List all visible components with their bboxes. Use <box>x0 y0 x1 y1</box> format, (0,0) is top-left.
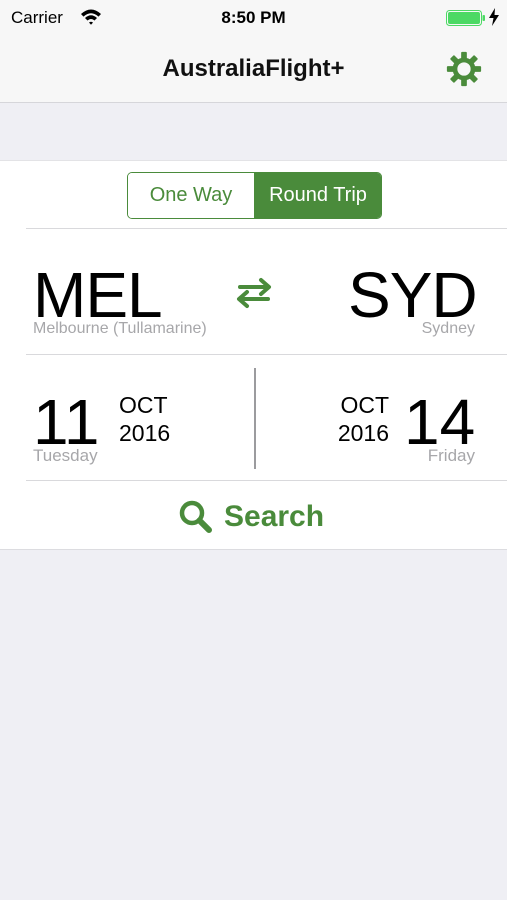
origin-city: Melbourne (Tullamarine) <box>33 320 207 337</box>
status-bar: Carrier 8:50 PM <box>0 0 507 36</box>
search-label: Search <box>224 500 325 533</box>
depart-year: 2016 <box>119 420 171 446</box>
depart-month: OCT <box>119 392 168 418</box>
return-year: 2016 <box>337 420 389 446</box>
battery-icon <box>446 10 485 26</box>
search-button[interactable]: Search <box>178 495 338 539</box>
trip-type-segmented-control: One Way Round Trip <box>127 172 382 219</box>
round-trip-segment[interactable]: Round Trip <box>255 173 381 218</box>
swap-arrows-icon[interactable] <box>232 276 276 310</box>
date-separator <box>254 368 256 469</box>
destination-code[interactable]: SYD <box>348 263 478 327</box>
one-way-segment[interactable]: One Way <box>128 173 255 218</box>
depart-day[interactable]: 11 <box>33 390 99 454</box>
navigation-bar: AustraliaFlight+ <box>0 36 507 103</box>
search-icon <box>179 500 212 533</box>
app-title: AustraliaFlight+ <box>162 55 345 82</box>
origin-code[interactable]: MEL <box>33 263 163 327</box>
destination-city: Sydney <box>421 320 475 337</box>
gear-icon[interactable] <box>445 50 483 88</box>
divider <box>26 228 507 229</box>
return-day[interactable]: 14 <box>404 390 475 454</box>
return-month: OCT <box>340 392 389 418</box>
return-weekday: Friday <box>427 446 475 465</box>
flight-search-card: One Way Round Trip MEL Melbourne (Tullam… <box>0 160 507 550</box>
charging-icon <box>489 8 499 26</box>
divider <box>26 480 507 481</box>
depart-weekday: Tuesday <box>33 446 98 465</box>
status-time: 8:50 PM <box>221 8 286 27</box>
divider <box>26 354 507 355</box>
